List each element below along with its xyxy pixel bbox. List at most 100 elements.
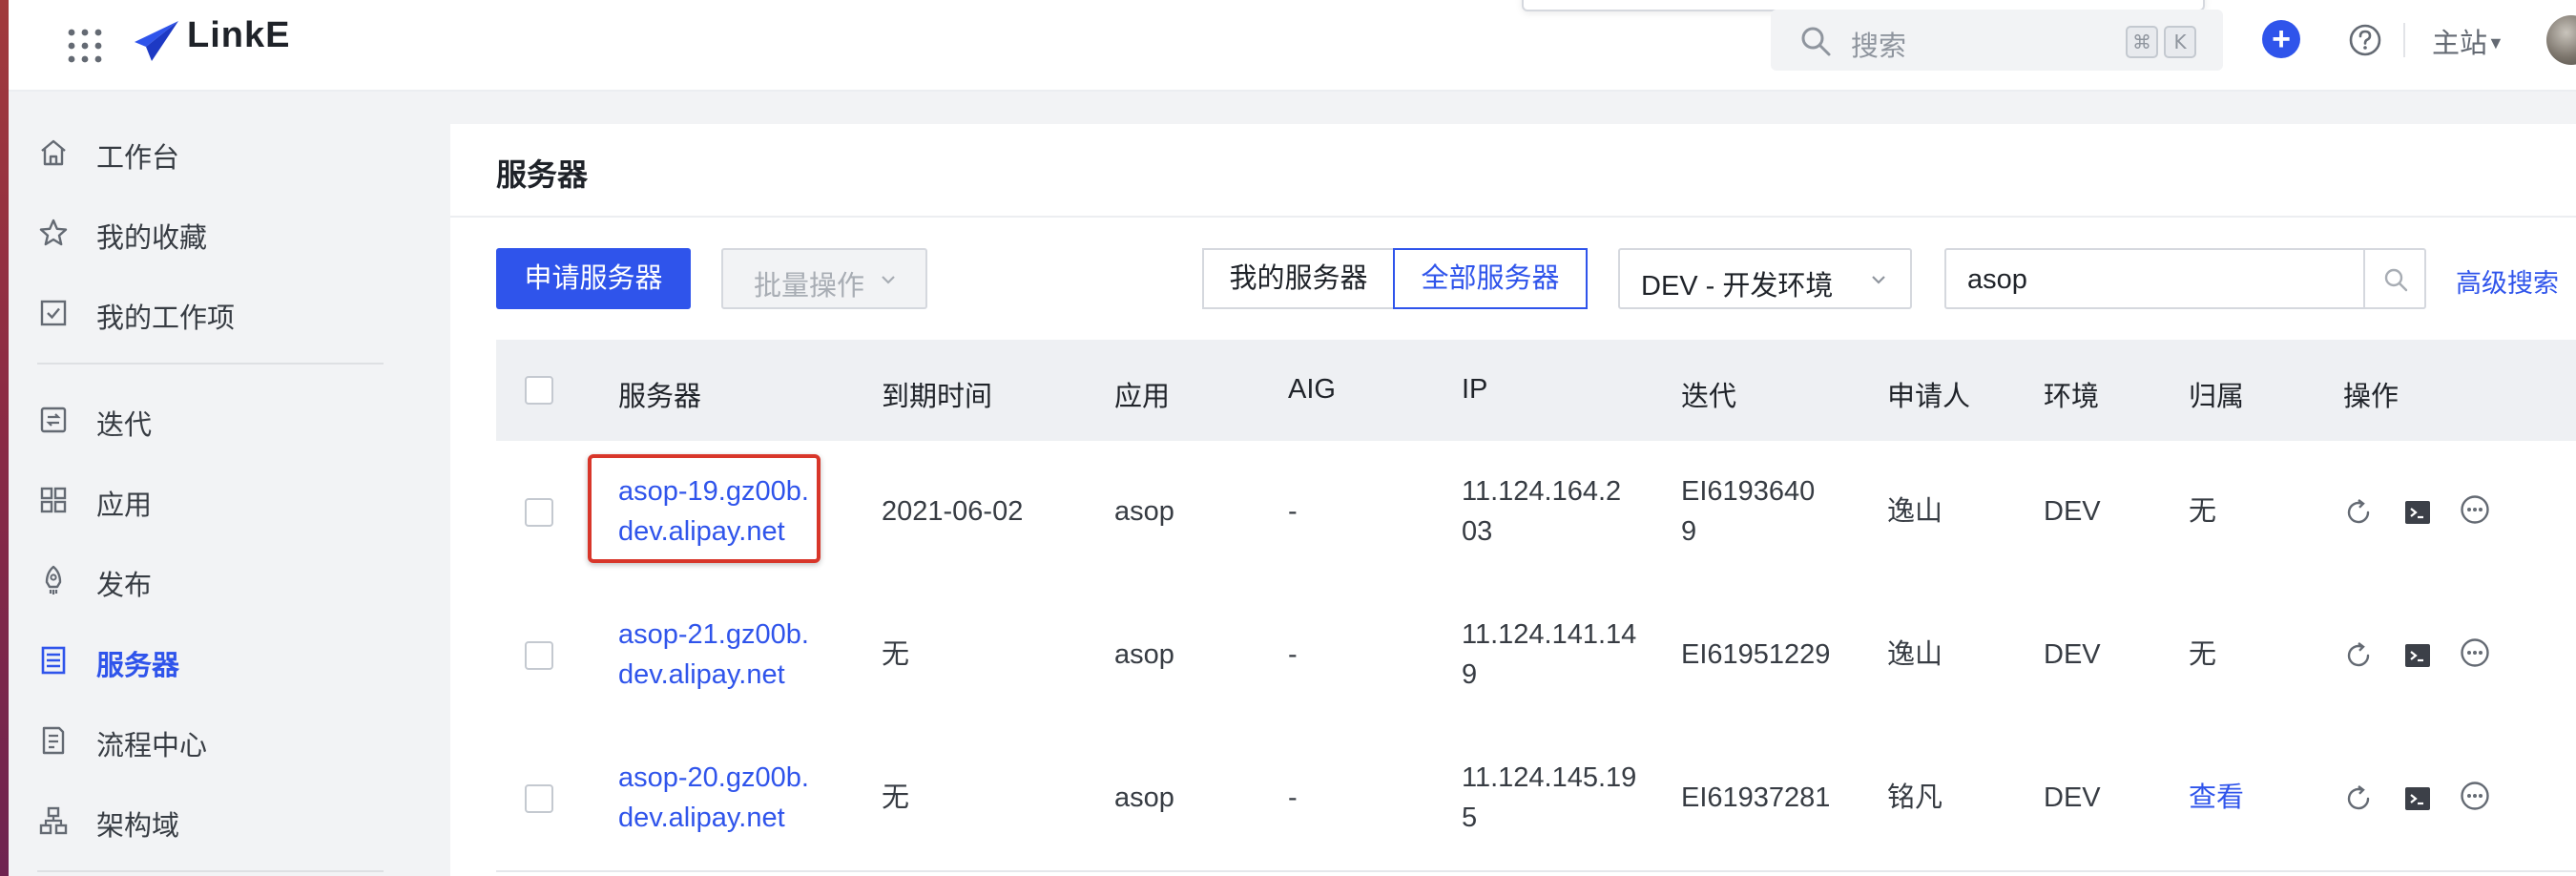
sidebar-divider	[37, 363, 384, 365]
rocket-icon	[45, 565, 62, 594]
star-icon	[39, 219, 68, 246]
ip-cell: 11.124.164.2 03	[1462, 471, 1621, 552]
tab-all-servers[interactable]: 全部服务器	[1393, 248, 1588, 309]
server-name-line1: asop-20.gz00b.	[618, 762, 809, 793]
more-icon[interactable]	[2460, 637, 2490, 668]
batch-operation-button[interactable]: 批量操作	[721, 248, 927, 309]
select-all-checkbox[interactable]	[525, 376, 553, 405]
column-header-expire: 到期时间	[882, 382, 993, 412]
sidebar-item-label: 架构域	[96, 811, 180, 842]
table-header: 服务器 到期时间 应用 AIG IP 迭代 申请人 环境 归属 操作	[496, 340, 2576, 441]
terminal-icon[interactable]	[2402, 497, 2433, 528]
sidebar-item-my-work[interactable]: 我的工作项	[9, 279, 450, 345]
ip-line2: 5	[1462, 803, 1478, 833]
apps-grid-icon	[40, 487, 67, 513]
refresh-icon[interactable]	[2343, 497, 2374, 528]
title-divider	[450, 216, 2576, 218]
row-checkbox[interactable]	[525, 784, 553, 813]
create-plus-button[interactable]: +	[2262, 20, 2300, 58]
sidebar-item-workbench[interactable]: 工作台	[9, 118, 450, 185]
sidebar-item-iteration[interactable]: 迭代	[9, 386, 450, 452]
applicant-cell: 逸山	[1887, 639, 1943, 670]
column-header-server: 服务器	[618, 382, 702, 412]
more-icon[interactable]	[2460, 781, 2490, 811]
table-row: asop-19.gz00b. dev.alipay.net 2021-06-02…	[496, 441, 2576, 586]
tab-my-servers[interactable]: 我的服务器	[1202, 248, 1395, 309]
aig-cell: -	[1288, 496, 1298, 527]
column-header-aig: AIG	[1288, 374, 1336, 405]
search-button[interactable]	[2363, 248, 2426, 309]
desktop-edge	[0, 0, 9, 876]
aig-cell: -	[1288, 639, 1298, 670]
env-cell: DEV	[2044, 639, 2101, 670]
ip-cell: 11.124.141.14 9	[1462, 615, 1636, 695]
shortcut-k-key: K	[2164, 26, 2196, 58]
sidebar-item-favorites[interactable]: 我的收藏	[9, 198, 450, 265]
server-link[interactable]: asop-19.gz00b. dev.alipay.net	[618, 471, 809, 552]
server-link[interactable]: asop-20.gz00b. dev.alipay.net	[618, 758, 809, 838]
server-search-input[interactable]	[1965, 260, 2351, 300]
owner-cell: 无	[2189, 639, 2217, 670]
sidebar-item-applications[interactable]: 应用	[9, 466, 450, 532]
process-icon	[42, 726, 65, 755]
sidebar-item-servers[interactable]: 服务器	[9, 626, 450, 693]
app-launcher-icon[interactable]	[62, 23, 108, 69]
sidebar-item-process-center[interactable]: 流程中心	[9, 706, 450, 773]
app-name[interactable]: LinkE	[187, 15, 290, 56]
sidebar-item-architecture[interactable]: 架构域	[9, 786, 450, 853]
sidebar-item-label: 服务器	[96, 651, 180, 681]
checklist-icon	[40, 300, 67, 326]
column-header-iteration: 迭代	[1681, 382, 1737, 412]
environment-select-value: DEV - 开发环境	[1641, 271, 1834, 302]
iteration-cell: EI61937281	[1681, 782, 1831, 813]
owner-cell: 无	[2189, 496, 2217, 527]
iteration-line2: 9	[1681, 516, 1697, 547]
owner-view-link[interactable]: 查看	[2189, 778, 2244, 818]
table-row: asop-20.gz00b. dev.alipay.net 无 asop - 1…	[496, 727, 2576, 872]
terminal-icon[interactable]	[2402, 783, 2433, 814]
help-icon[interactable]	[2348, 23, 2382, 57]
env-cell: DEV	[2044, 782, 2101, 813]
row-checkbox[interactable]	[525, 641, 553, 670]
more-icon[interactable]	[2460, 494, 2490, 525]
sidebar-item-label: 应用	[96, 490, 153, 521]
app-name-cell: asop	[1114, 782, 1174, 813]
env-cell: DEV	[2044, 496, 2101, 527]
environment-select[interactable]: DEV - 开发环境	[1618, 248, 1912, 309]
global-search[interactable]: 搜索 ⌘ K	[1771, 10, 2223, 71]
ip-line1: 11.124.145.19	[1462, 762, 1637, 793]
app-name-cell: asop	[1114, 496, 1174, 527]
search-placeholder: 搜索	[1851, 31, 1907, 62]
ip-line2: 03	[1462, 516, 1493, 547]
apply-server-button[interactable]: 申请服务器	[496, 248, 691, 309]
row-checkbox[interactable]	[525, 498, 553, 527]
table-row: asop-21.gz00b. dev.alipay.net 无 asop - 1…	[496, 584, 2576, 729]
ip-line1: 11.124.141.14	[1462, 619, 1637, 650]
column-header-env: 环境	[2044, 382, 2100, 412]
ip-line2: 9	[1462, 659, 1478, 690]
server-search-field[interactable]	[1944, 248, 2365, 309]
refresh-icon[interactable]	[2343, 783, 2374, 814]
home-icon	[41, 139, 66, 166]
sidebar: 工作台 我的收藏 我的工作项 迭代 应用 发布 服务器 流程中心 架构域	[9, 92, 450, 876]
sidebar-item-release[interactable]: 发布	[9, 546, 450, 613]
ip-cell: 11.124.145.19 5	[1462, 758, 1636, 838]
advanced-search-link[interactable]: 高级搜索	[2456, 262, 2559, 300]
site-switcher[interactable]: 主站▼	[2432, 21, 2504, 61]
chevron-down-icon	[882, 276, 895, 284]
applicant-cell: 铭凡	[1887, 782, 1943, 813]
column-header-app: 应用	[1114, 382, 1171, 412]
column-header-actions: 操作	[2343, 382, 2399, 412]
iteration-cell: EI6193640 9	[1681, 471, 1815, 552]
user-avatar[interactable]	[2546, 15, 2576, 65]
terminal-icon[interactable]	[2402, 640, 2433, 671]
applicant-cell: 逸山	[1887, 496, 1943, 527]
batch-operation-label: 批量操作	[754, 271, 865, 302]
server-link[interactable]: asop-21.gz00b. dev.alipay.net	[618, 615, 809, 695]
expire-date: 无	[882, 782, 910, 813]
app-name-cell: asop	[1114, 639, 1174, 670]
server-name-line2: dev.alipay.net	[618, 803, 785, 833]
refresh-icon[interactable]	[2343, 640, 2374, 671]
site-switcher-label: 主站	[2432, 29, 2488, 59]
aig-cell: -	[1288, 782, 1298, 813]
